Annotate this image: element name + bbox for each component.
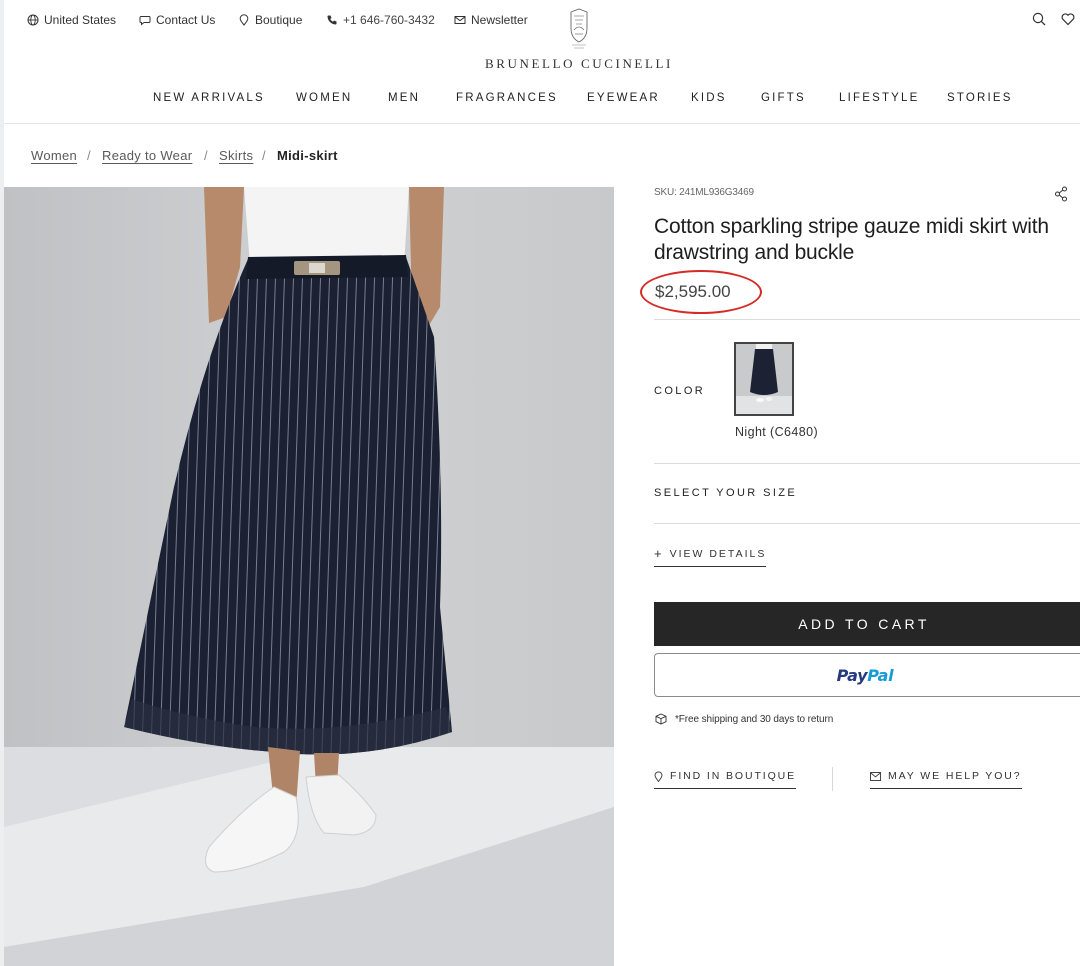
brand-logo[interactable]: BRUNELLO CUCINELLI [474, 8, 684, 72]
nav-eyewear[interactable]: EYEWEAR [587, 92, 660, 104]
shipping-note: *Free shipping and 30 days to return [655, 713, 833, 725]
paypal-logo-pal: Pal [867, 665, 894, 685]
phone-icon [327, 15, 337, 25]
nav-women[interactable]: WOMEN [296, 92, 352, 104]
region-label: United States [44, 13, 117, 27]
color-swatch-night[interactable] [734, 342, 794, 416]
find-in-boutique-link[interactable]: FIND IN BOUTIQUE [654, 770, 797, 789]
swatch-thumbnail [736, 344, 792, 414]
nav-divider [4, 123, 1080, 124]
breadcrumb-separator: / [204, 148, 208, 163]
mail-icon [454, 16, 466, 24]
contact-label: Contact Us [156, 13, 216, 27]
boutique-label: Boutique [255, 13, 303, 27]
brand-crest-icon [570, 8, 588, 49]
nav-stories[interactable]: STORIES [947, 92, 1013, 104]
divider [654, 463, 1080, 464]
paypal-button[interactable]: PayPal [654, 653, 1080, 697]
region-selector[interactable]: United States [27, 12, 116, 28]
size-selector[interactable]: SELECT YOUR SIZE [654, 487, 797, 499]
chat-icon [139, 16, 151, 26]
product-photo-illustration [4, 187, 614, 966]
breadcrumb-skirts[interactable]: Skirts [219, 148, 253, 163]
nav-kids[interactable]: KIDS [691, 92, 727, 104]
phone-link[interactable]: +1 646-760-3432 [326, 12, 435, 28]
paypal-logo-pay: Pay [836, 665, 868, 685]
nav-new-arrivals[interactable]: NEW ARRIVALS [153, 92, 265, 104]
color-label: COLOR [654, 385, 706, 397]
help-link[interactable]: MAY WE HELP YOU? [870, 770, 1022, 789]
share-icon[interactable] [1054, 186, 1068, 202]
nav-men[interactable]: MEN [388, 92, 420, 104]
breadcrumb-separator: / [87, 148, 91, 163]
product-image[interactable] [4, 187, 614, 966]
paypal-logo: PayPal [837, 666, 894, 685]
contact-link[interactable]: Contact Us [139, 12, 215, 28]
breadcrumb-women[interactable]: Women [31, 148, 77, 163]
help-label: MAY WE HELP YOU? [888, 770, 1022, 782]
nav-fragrances[interactable]: FRAGRANCES [456, 92, 558, 104]
heart-icon[interactable] [1061, 12, 1075, 26]
boutique-link[interactable]: Boutique [238, 12, 302, 28]
mail-icon [870, 771, 881, 781]
phone-label: +1 646-760-3432 [343, 13, 435, 27]
nav-lifestyle[interactable]: LIFESTYLE [839, 92, 920, 104]
link-separator [832, 767, 833, 791]
nav-gifts[interactable]: GIFTS [761, 92, 806, 104]
divider [654, 319, 1080, 320]
breadcrumb-current: Midi-skirt [277, 148, 338, 163]
search-icon[interactable] [1032, 12, 1046, 26]
product-sku: SKU: 241ML936G3469 [654, 187, 754, 198]
breadcrumb-ready-to-wear[interactable]: Ready to Wear [102, 148, 192, 163]
shipping-text: *Free shipping and 30 days to return [675, 713, 834, 725]
color-name: Night (C6480) [735, 425, 819, 439]
brand-name: BRUNELLO CUCINELLI [485, 56, 673, 71]
divider [654, 523, 1080, 524]
view-details-link[interactable]: + VIEW DETAILS [654, 546, 767, 567]
globe-icon [27, 14, 39, 26]
price-highlight-annotation [640, 270, 762, 314]
product-title: Cotton sparkling stripe gauze midi skirt… [654, 215, 1049, 264]
location-pin-icon [654, 770, 663, 782]
view-details-label: VIEW DETAILS [669, 547, 767, 560]
box-icon [655, 713, 667, 725]
breadcrumb-separator: / [262, 148, 266, 163]
add-to-cart-button[interactable]: ADD TO CART [654, 602, 1080, 646]
plus-icon: + [654, 546, 662, 561]
location-pin-icon [239, 14, 249, 26]
find-in-boutique-label: FIND IN BOUTIQUE [670, 770, 797, 782]
